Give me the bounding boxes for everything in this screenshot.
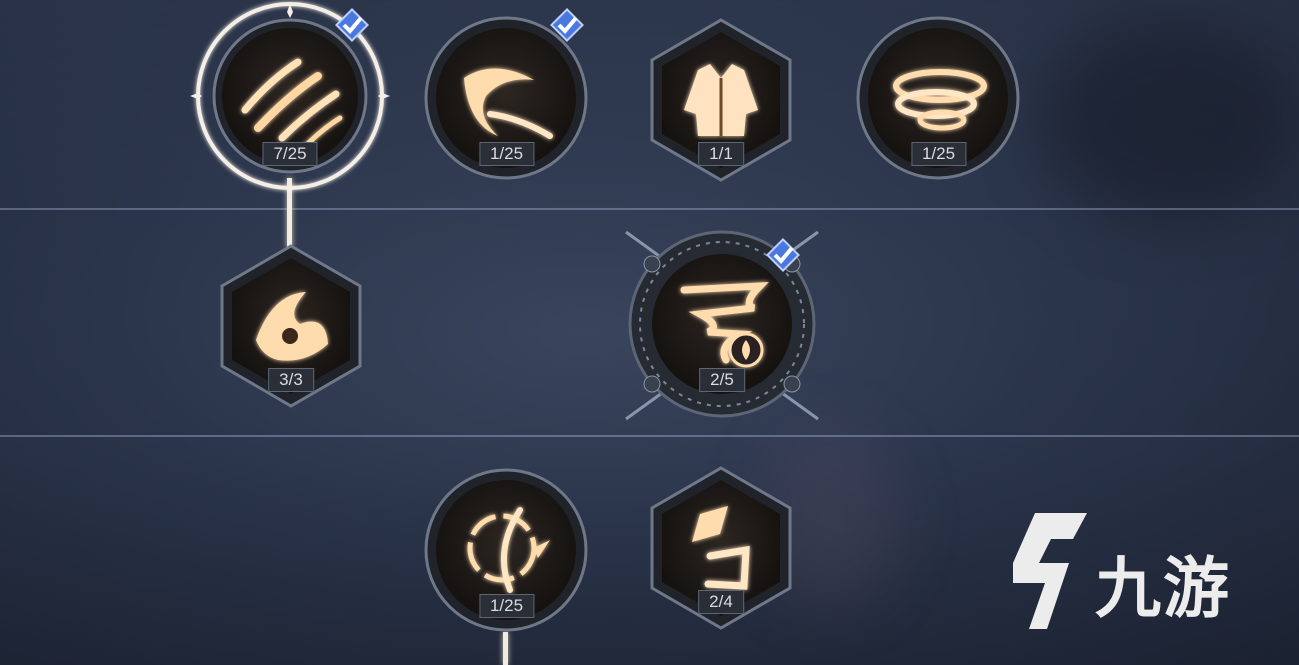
checkmark-icon	[764, 236, 804, 281]
jiuyou-logo-icon	[1013, 513, 1087, 629]
skill-count: 2/4	[698, 590, 744, 614]
skill-node-feather-burst[interactable]: 3/3	[216, 244, 366, 409]
skill-connector-2	[503, 632, 508, 665]
jiuyou-watermark: 九游	[995, 505, 1265, 635]
skill-count: 1/1	[698, 142, 744, 166]
skill-count: 1/25	[478, 594, 535, 618]
background-haze	[1040, 20, 1299, 220]
skill-count: 3/3	[268, 368, 314, 392]
skill-node-armor[interactable]: 1/1	[646, 18, 796, 183]
tier-divider-2	[0, 435, 1299, 437]
skill-node-rune-shard[interactable]: 2/4	[646, 466, 796, 631]
watermark-text: 九游	[1095, 550, 1231, 627]
checkmark-icon	[333, 6, 373, 51]
skill-node-orbit-strike[interactable]: 1/25	[424, 468, 589, 635]
skill-count: 2/5	[699, 368, 745, 392]
skill-count: 7/25	[262, 142, 318, 166]
checkmark-icon	[548, 6, 588, 51]
skill-count: 1/25	[910, 142, 967, 166]
tier-divider-1	[0, 208, 1299, 210]
skill-node-whirl[interactable]: 1/25	[856, 16, 1021, 183]
skill-count: 1/25	[478, 142, 535, 166]
